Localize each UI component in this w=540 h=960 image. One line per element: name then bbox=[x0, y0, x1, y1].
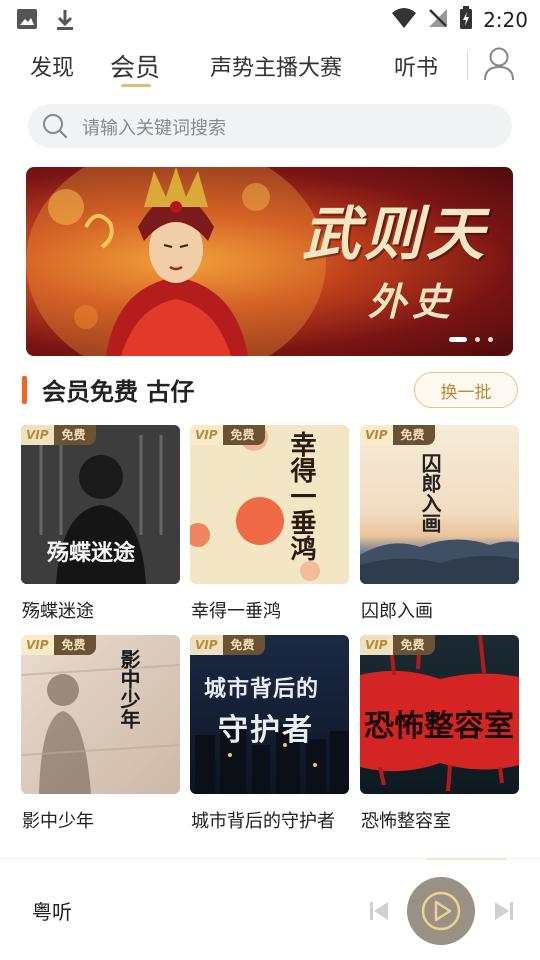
cover-title: 城市背后的 bbox=[204, 677, 320, 702]
promo-banner[interactable]: 武则天 外史 bbox=[26, 167, 513, 356]
book-title[interactable]: 城市背后的守护者 bbox=[191, 807, 335, 833]
section-header: 会员免费 古仔 换一批 bbox=[0, 370, 540, 410]
book-title[interactable]: 幸得一垂鸿 bbox=[191, 597, 281, 623]
tab-anchor-contest[interactable]: 声势主播大赛 bbox=[210, 50, 342, 82]
cover-title: 幸得一垂鸿 bbox=[286, 431, 316, 561]
cover-title: 影中少年 bbox=[117, 649, 141, 729]
download-icon bbox=[54, 8, 76, 36]
book-title[interactable]: 囚郎入画 bbox=[361, 597, 433, 623]
vip-free-badge: VIP 免费 bbox=[190, 635, 265, 655]
mini-player: 粤听 bbox=[0, 860, 540, 960]
refresh-button[interactable]: 换一批 bbox=[414, 372, 518, 408]
banner-pagination bbox=[449, 337, 493, 342]
cover-title: 恐怖整容室 bbox=[364, 709, 514, 744]
player-title[interactable]: 粤听 bbox=[32, 896, 72, 925]
next-icon[interactable] bbox=[493, 900, 515, 922]
vip-free-badge: VIP 免费 bbox=[360, 635, 435, 655]
user-icon[interactable] bbox=[482, 46, 516, 82]
top-nav: 发现 会员 声势主播大赛 听书 bbox=[0, 44, 540, 90]
book-title[interactable]: 殇蝶迷途 bbox=[22, 597, 94, 623]
battery-charging-icon bbox=[459, 6, 473, 34]
cover-title: 守护者 bbox=[218, 713, 314, 748]
image-icon bbox=[16, 8, 38, 36]
nav-divider bbox=[467, 50, 468, 80]
vip-free-badge: VIP 免费 bbox=[190, 425, 265, 445]
tab-member[interactable]: 会员 bbox=[110, 48, 160, 84]
play-icon bbox=[421, 891, 461, 931]
search-input[interactable]: 请输入关键词搜索 bbox=[82, 114, 226, 140]
banner-subtitle: 外史 bbox=[368, 279, 457, 324]
book-title[interactable]: 影中少年 bbox=[22, 807, 94, 833]
tab-audiobook[interactable]: 听书 bbox=[394, 50, 438, 82]
book-title[interactable]: 恐怖整容室 bbox=[361, 807, 451, 833]
clock: 2:20 bbox=[483, 8, 528, 32]
book-cover[interactable]: VIP 免费 幸得一垂鸿 bbox=[190, 425, 349, 584]
tab-discover[interactable]: 发现 bbox=[30, 50, 74, 82]
vip-free-badge: VIP 免费 bbox=[21, 635, 96, 655]
no-signal-icon bbox=[427, 7, 449, 33]
previous-icon[interactable] bbox=[368, 900, 390, 922]
status-bar: 2:20 bbox=[0, 0, 540, 38]
pagination-dot[interactable] bbox=[488, 337, 493, 342]
pagination-dot[interactable] bbox=[475, 337, 480, 342]
search-bar[interactable]: 请输入关键词搜索 bbox=[28, 104, 512, 148]
search-icon bbox=[42, 113, 68, 139]
vip-free-badge: VIP 免费 bbox=[360, 425, 435, 445]
section-title: 会员免费 古仔 bbox=[42, 378, 195, 406]
vip-free-badge: VIP 免费 bbox=[21, 425, 96, 445]
book-cover[interactable]: VIP 免费 城市背后的 守护者 bbox=[190, 635, 349, 794]
play-button[interactable] bbox=[407, 877, 475, 945]
section-accent-bar bbox=[22, 376, 27, 404]
book-cover[interactable]: VIP 免费 恐怖整容室 bbox=[360, 635, 519, 794]
wifi-icon bbox=[391, 7, 417, 33]
cover-title: 囚郎入画 bbox=[418, 453, 442, 533]
book-cover[interactable]: VIP 免费 殇蝶迷途 bbox=[21, 425, 180, 584]
cover-title: 殇蝶迷途 bbox=[47, 541, 136, 566]
book-cover[interactable]: VIP 免费 囚郎入画 bbox=[360, 425, 519, 584]
pagination-dot-active[interactable] bbox=[449, 337, 467, 342]
banner-title: 武则天 bbox=[302, 200, 489, 268]
active-tab-indicator bbox=[121, 84, 151, 87]
book-cover[interactable]: VIP 免费 影中少年 bbox=[21, 635, 180, 794]
